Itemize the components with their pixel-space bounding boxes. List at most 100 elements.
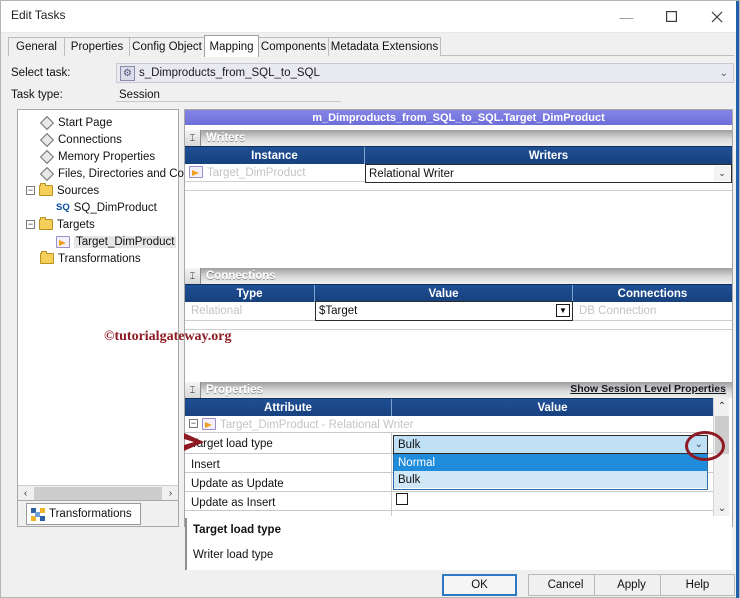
properties-collapse-icon[interactable]: ⌶ [185,382,201,398]
writer-type-value: Relational Writer [369,167,454,180]
session-icon: ⚙ [120,65,135,81]
scrollbar-thumb[interactable] [34,486,162,500]
scroll-right-icon[interactable]: › [163,486,178,500]
apply-button[interactable]: Apply [594,574,669,596]
connections-type-value: Relational [191,305,243,317]
red-arrow-annotation [184,431,224,458]
folder-icon [39,183,53,196]
tab-config-object[interactable]: Config Object [129,37,205,56]
writers-collapse-icon[interactable]: ⌶ [185,130,201,146]
properties-column-header: Attribute Value [185,398,713,417]
window-title: Edit Tasks [11,8,66,22]
diamond-icon [39,115,55,130]
transformations-tab[interactable]: Transformations [26,503,141,525]
transformations-tab-label: Transformations [49,508,132,520]
writers-instance-value: Target_DimProduct [207,167,306,179]
tree-item-label: Connections [58,133,122,146]
task-tree-panel[interactable]: Start Page Connections Memory Properties… [17,109,193,501]
tree-item-label: Start Page [58,116,113,129]
target-icon [202,418,216,430]
close-icon[interactable] [694,1,739,32]
tab-metadata-extensions[interactable]: Metadata Extensions [328,37,441,56]
dropdown-option-normal[interactable]: Normal [394,454,707,471]
writers-col-instance: Instance [185,147,365,165]
properties-group-label: Target_DimProduct - Relational Writer [220,419,414,431]
connections-col-type: Type [185,285,315,303]
connections-col-connections: Connections [617,288,688,300]
tree-item-sources[interactable]: − Sources [18,182,178,199]
target-icon [56,235,70,248]
task-type-value: Session [119,89,160,101]
writer-type-dropdown[interactable]: Relational Writer ⌄ [365,164,732,183]
collapse-toggle-icon[interactable]: − [189,419,198,428]
scroll-up-icon[interactable]: ⌃ [714,398,730,414]
task-type-underline [116,101,341,102]
connections-section-title: Connections [206,270,276,282]
writers-col-writers: Writers [528,150,569,162]
red-circle-annotation [685,431,725,461]
task-type-label: Task type: [11,89,63,101]
select-task-label: Select task: [11,67,71,79]
active-tab-gap [205,55,258,56]
minimize-icon[interactable]: — [604,1,649,32]
tree-item-target-dimproduct[interactable]: Target_DimProduct [18,233,178,250]
watermark: ©tutorialgateway.org [104,329,232,344]
tree-item-files-directories[interactable]: Files, Directories and Com [18,165,193,182]
transformations-icon [31,507,45,521]
target-load-type-option-list[interactable]: Normal Bulk [393,454,708,490]
tree-item-transformations[interactable]: Transformations [18,250,178,267]
connections-section-header[interactable]: ⌶ Connections [185,268,732,284]
tab-general[interactable]: General [8,37,65,56]
folder-icon [40,251,54,264]
connection-value-field[interactable]: $Target ▼ [315,301,573,321]
dropdown-option-bulk[interactable]: Bulk [394,471,707,488]
tree-item-sq-dimproduct[interactable]: SQ SQ_DimProduct [18,199,178,216]
collapse-toggle-icon[interactable]: − [26,186,35,195]
tree-horizontal-scrollbar[interactable]: ‹ › [18,485,178,500]
connections-collapse-icon[interactable]: ⌶ [185,268,201,284]
properties-col-attribute: Attribute [185,399,392,417]
tree-item-label: Targets [57,218,95,231]
select-task-value: s_Dimproducts_from_SQL_to_SQL [139,67,320,79]
connection-value: $Target [319,305,358,317]
checkbox-update-as-insert[interactable] [396,493,408,505]
diamond-icon [39,132,55,147]
collapse-toggle-icon[interactable]: − [26,220,35,229]
target-load-type-dropdown[interactable]: Bulk ⌄ [393,435,708,454]
edit-tasks-dialog: Edit Tasks — General Properties Config O… [0,0,740,598]
chevron-down-icon[interactable]: ⌄ [714,166,730,181]
tree-item-targets[interactable]: − Targets [18,216,178,233]
tree-item-label: Files, Directories and Com [58,167,194,180]
tab-mapping[interactable]: Mapping [204,35,259,57]
scroll-down-icon[interactable]: ⌄ [714,500,730,516]
side-accent-line [736,1,739,598]
cancel-button[interactable]: Cancel [528,574,603,596]
tree-item-memory-properties[interactable]: Memory Properties [18,148,178,165]
open-dialog-icon[interactable]: ▼ [556,304,570,317]
tab-components[interactable]: Components [258,37,329,56]
folder-icon [39,217,53,230]
tab-bar: General Properties Config Object Mapping… [8,35,734,57]
chevron-down-icon[interactable]: ⌄ [720,68,728,79]
connections-row-filler [185,321,732,330]
diamond-icon [39,149,55,164]
column-divider [391,432,392,516]
diamond-icon [39,166,55,181]
dialog-button-bar: OK Cancel Apply Help [1,571,739,598]
help-button[interactable]: Help [660,574,735,596]
select-task-dropdown[interactable]: ⚙ s_Dimproducts_from_SQL_to_SQL ⌄ [116,63,734,83]
description-panel: Target load type Writer load type [185,518,732,570]
writers-section-title: Writers [206,132,246,144]
tree-item-label: Transformations [58,252,141,265]
show-session-level-properties-link[interactable]: Show Session Level Properties [570,383,726,395]
ok-button[interactable]: OK [442,574,517,596]
tree-item-connections[interactable]: Connections [18,131,178,148]
maximize-icon[interactable] [649,1,694,32]
title-bar: Edit Tasks — [1,1,739,33]
scroll-left-icon[interactable]: ‹ [18,486,33,500]
tab-properties[interactable]: Properties [64,37,130,56]
tree-item-start-page[interactable]: Start Page [18,114,178,131]
row-divider [185,510,713,511]
writers-section-header[interactable]: ⌶ Writers [185,130,732,146]
properties-section-header[interactable]: ⌶ Properties Show Session Level Properti… [185,382,732,398]
